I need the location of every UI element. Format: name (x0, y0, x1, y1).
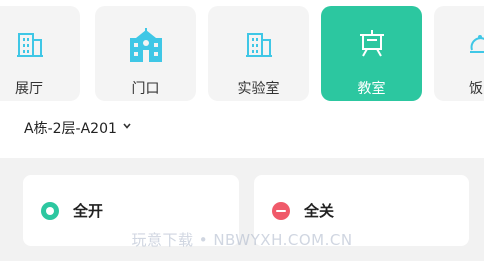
power-on-icon (41, 201, 59, 220)
dining-icon (434, 28, 484, 64)
tile-label: 饭 (469, 81, 483, 97)
tile-label: 实验室 (237, 81, 280, 97)
tile-label: 教室 (357, 81, 386, 97)
school-gate-icon (95, 28, 196, 64)
all-off-label: 全关 (304, 202, 335, 220)
power-off-icon (272, 201, 290, 220)
location-label: A栋-2层-A201 (24, 121, 117, 137)
building-icon (208, 28, 309, 64)
tile-gate[interactable]: 门口 (95, 6, 196, 101)
tile-classroom[interactable]: 教室 (321, 6, 422, 101)
tile-dining[interactable]: 饭 (434, 6, 484, 101)
tile-exhibition-hall[interactable]: 展厅 (0, 6, 80, 101)
tile-label: 门口 (131, 81, 160, 97)
chevron-down-icon (121, 120, 133, 136)
location-selector[interactable]: A栋-2层-A201 (24, 118, 133, 138)
scene-tiles-row: 展厅 门口 实验室 教室 饭 (0, 0, 484, 110)
building-icon (0, 28, 80, 64)
blackboard-icon (321, 28, 422, 64)
tile-label: 展厅 (15, 81, 43, 97)
tile-laboratory[interactable]: 实验室 (208, 6, 309, 101)
all-on-label: 全开 (73, 202, 104, 220)
watermark: 玩意下载 • NBWYXH.COM.CN (131, 231, 353, 249)
